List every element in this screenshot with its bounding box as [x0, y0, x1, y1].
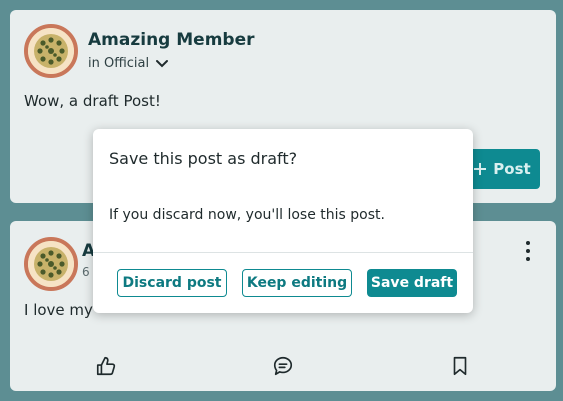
save-draft-dialog: Save this post as draft? If you discard …: [93, 129, 473, 313]
discard-post-button[interactable]: Discard post: [117, 269, 227, 297]
save-draft-button[interactable]: Save draft: [367, 269, 457, 297]
dialog-title: Save this post as draft?: [109, 149, 298, 168]
dialog-divider: [93, 252, 473, 253]
keep-editing-button[interactable]: Keep editing: [242, 269, 352, 297]
dialog-message: If you discard now, you'll lose this pos…: [109, 207, 385, 223]
